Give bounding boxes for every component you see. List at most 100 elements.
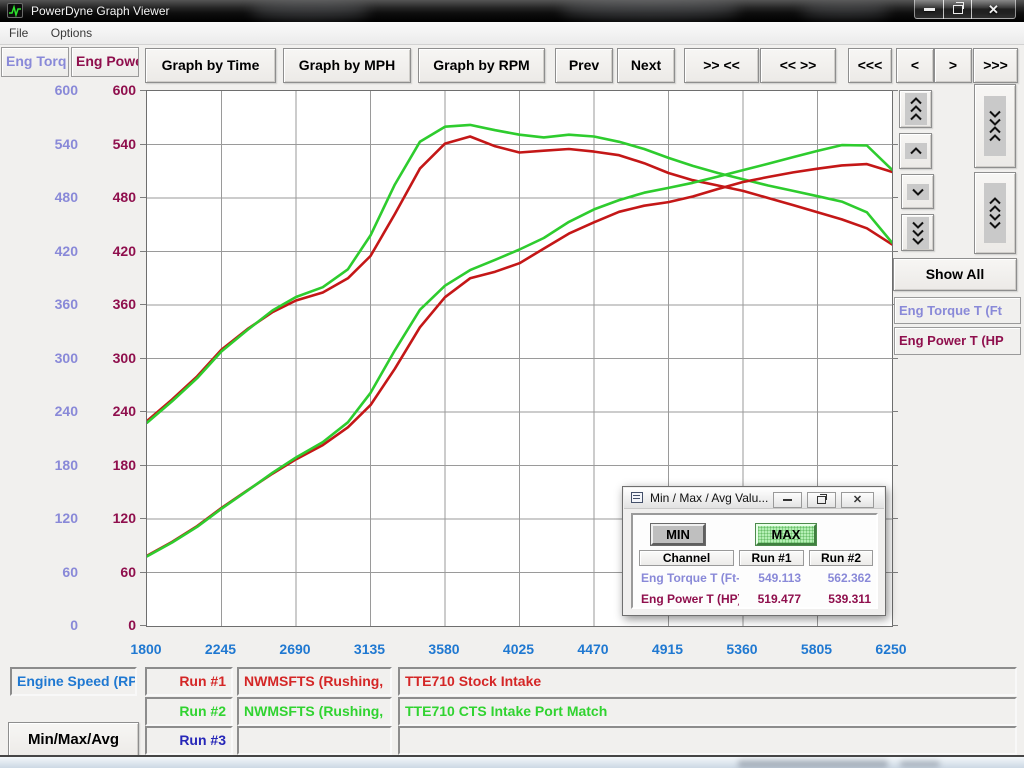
y-axis-tick [140, 251, 146, 252]
rpm-axis-tick-label: 5805 [780, 641, 854, 657]
run-label-2: Run #2 [145, 697, 233, 726]
triple-chevron-down-icon [907, 217, 929, 249]
rpm-axis-tick-label: 6250 [854, 641, 928, 657]
y-axis-tick [140, 625, 146, 626]
minmax-close-button[interactable]: ✕ [841, 492, 874, 508]
taskbar-glass-blob [738, 760, 888, 768]
compress-vertical-icon [984, 96, 1006, 156]
chevron-down-button[interactable] [901, 174, 934, 209]
minimize-button[interactable] [914, 0, 944, 19]
minmax-channel-cell: Eng Power T (HP) [641, 592, 739, 606]
torque-axis-tick-label: 360 [30, 296, 78, 312]
menu-file[interactable]: File [0, 22, 37, 40]
y-axis-tick [892, 90, 898, 91]
minmax-restore-button[interactable] [807, 492, 836, 508]
power-axis-tick-label: 300 [88, 350, 136, 366]
run-comment-field-3 [398, 726, 1017, 755]
torque-channel-label[interactable]: Eng Torque T (Ft [894, 297, 1021, 324]
rpm-axis-tick-label: 3135 [333, 641, 407, 657]
torque-axis-tick-label: 420 [30, 243, 78, 259]
minmax-run2-value: 562.362 [809, 571, 871, 585]
y-axis-tick [140, 197, 146, 198]
max-toggle-button[interactable]: MAX [756, 524, 816, 545]
prev-button[interactable]: Prev [555, 48, 613, 83]
torque-axis-tick-label: 540 [30, 136, 78, 152]
minimize-icon [924, 8, 935, 11]
triple-chevron-up-icon [905, 93, 927, 125]
run-comment-field-2: TTE710 CTS Intake Port Match [398, 697, 1017, 726]
powerdyne-app-icon [7, 3, 23, 18]
y-axis-tick [140, 572, 146, 573]
power-axis-tick-label: 600 [88, 82, 136, 98]
torque-axis-tick-label: 120 [30, 510, 78, 526]
titlebar-glass-blob [560, 0, 740, 20]
rpm-axis-tick-label: 4470 [556, 641, 630, 657]
close-button[interactable]: ✕ [971, 0, 1016, 19]
power-channel-header[interactable]: Eng Powe [71, 47, 139, 77]
torque-channel-header[interactable]: Eng Torq [1, 47, 69, 77]
y-axis-tick [892, 251, 898, 252]
min-toggle-button[interactable]: MIN [651, 524, 705, 545]
restore-icon [953, 5, 963, 14]
power-channel-label[interactable]: Eng Power T (HP [894, 327, 1021, 355]
y-axis-tick [140, 144, 146, 145]
rpm-axis-tick-label: 4915 [631, 641, 705, 657]
y-axis-tick [892, 625, 898, 626]
maximize-button[interactable] [943, 0, 972, 19]
torque-axis-tick-label: 600 [30, 82, 78, 98]
scroll-far-right-button[interactable]: >>> [973, 48, 1018, 83]
graph-by-rpm-button[interactable]: Graph by RPM [418, 48, 545, 83]
zoom-in-button[interactable]: >> << [684, 48, 759, 83]
column-header-channel[interactable]: Channel [639, 550, 734, 566]
title-bar[interactable]: PowerDyne Graph Viewer ✕ [0, 0, 1024, 22]
chevron-up-icon [905, 143, 927, 159]
zoom-out-button[interactable]: << >> [760, 48, 836, 83]
graph-by-mph-button[interactable]: Graph by MPH [283, 48, 411, 83]
minmax-minimize-button[interactable] [773, 492, 802, 508]
titlebar-glass-blob [250, 2, 370, 20]
minmax-channel-cell: Eng Torque T (Ft- [641, 571, 739, 585]
minmax-window: Min / Max / Avg Valu... ✕ MIN MAX Channe… [622, 486, 886, 616]
taskbar-glass-blob [900, 761, 940, 767]
scroll-far-left-button[interactable]: <<< [848, 48, 892, 83]
run-description-field-2: NWMSFTS (Rushing, [237, 697, 392, 726]
oscilloscope-glyph [8, 4, 22, 17]
rpm-axis-tick-label: 5360 [705, 641, 779, 657]
min-max-avg-button[interactable]: Min/Max/Avg [8, 722, 139, 759]
next-button[interactable]: Next [617, 48, 675, 83]
graph-by-time-button[interactable]: Graph by Time [145, 48, 276, 83]
minmax-run1-value: 549.113 [739, 571, 801, 585]
power-axis-tick-label: 60 [88, 564, 136, 580]
power-axis-tick-label: 540 [88, 136, 136, 152]
menu-options[interactable]: Options [42, 22, 101, 40]
run-description-field-1: NWMSFTS (Rushing, [237, 667, 392, 696]
minmax-window-titlebar[interactable]: Min / Max / Avg Valu... ✕ [624, 488, 884, 509]
y-axis-tick [140, 358, 146, 359]
y-axis-tick [892, 465, 898, 466]
rpm-axis-tick-label: 4025 [482, 641, 556, 657]
torque-axis-tick-label: 180 [30, 457, 78, 473]
triple-chevron-down-button[interactable] [901, 214, 934, 251]
minmax-run2-value: 539.311 [809, 592, 871, 606]
column-header-run1[interactable]: Run #1 [739, 550, 804, 566]
column-header-run2[interactable]: Run #2 [809, 550, 873, 566]
compress-vertical-button[interactable] [974, 84, 1016, 168]
window-controls: ✕ [915, 0, 1016, 19]
triple-chevron-up-button[interactable] [899, 90, 932, 128]
power-axis-tick-label: 360 [88, 296, 136, 312]
window-bottom-border [0, 755, 1024, 768]
chevron-up-button[interactable] [899, 133, 932, 169]
scroll-left-button[interactable]: < [896, 48, 934, 83]
show-all-button[interactable]: Show All [893, 258, 1017, 291]
y-axis-tick [892, 197, 898, 198]
close-icon: ✕ [988, 3, 999, 16]
run-label-3: Run #3 [145, 726, 233, 755]
scroll-right-button[interactable]: > [934, 48, 972, 83]
expand-vertical-button[interactable] [974, 172, 1016, 254]
power-axis-tick-label: 420 [88, 243, 136, 259]
minmax-body: MIN MAX Channel Run #1 Run #2 Eng Torque… [631, 513, 878, 609]
y-axis-tick [140, 465, 146, 466]
y-axis-tick [140, 518, 146, 519]
torque-axis-tick-label: 480 [30, 189, 78, 205]
run-description-field-3 [237, 726, 392, 755]
